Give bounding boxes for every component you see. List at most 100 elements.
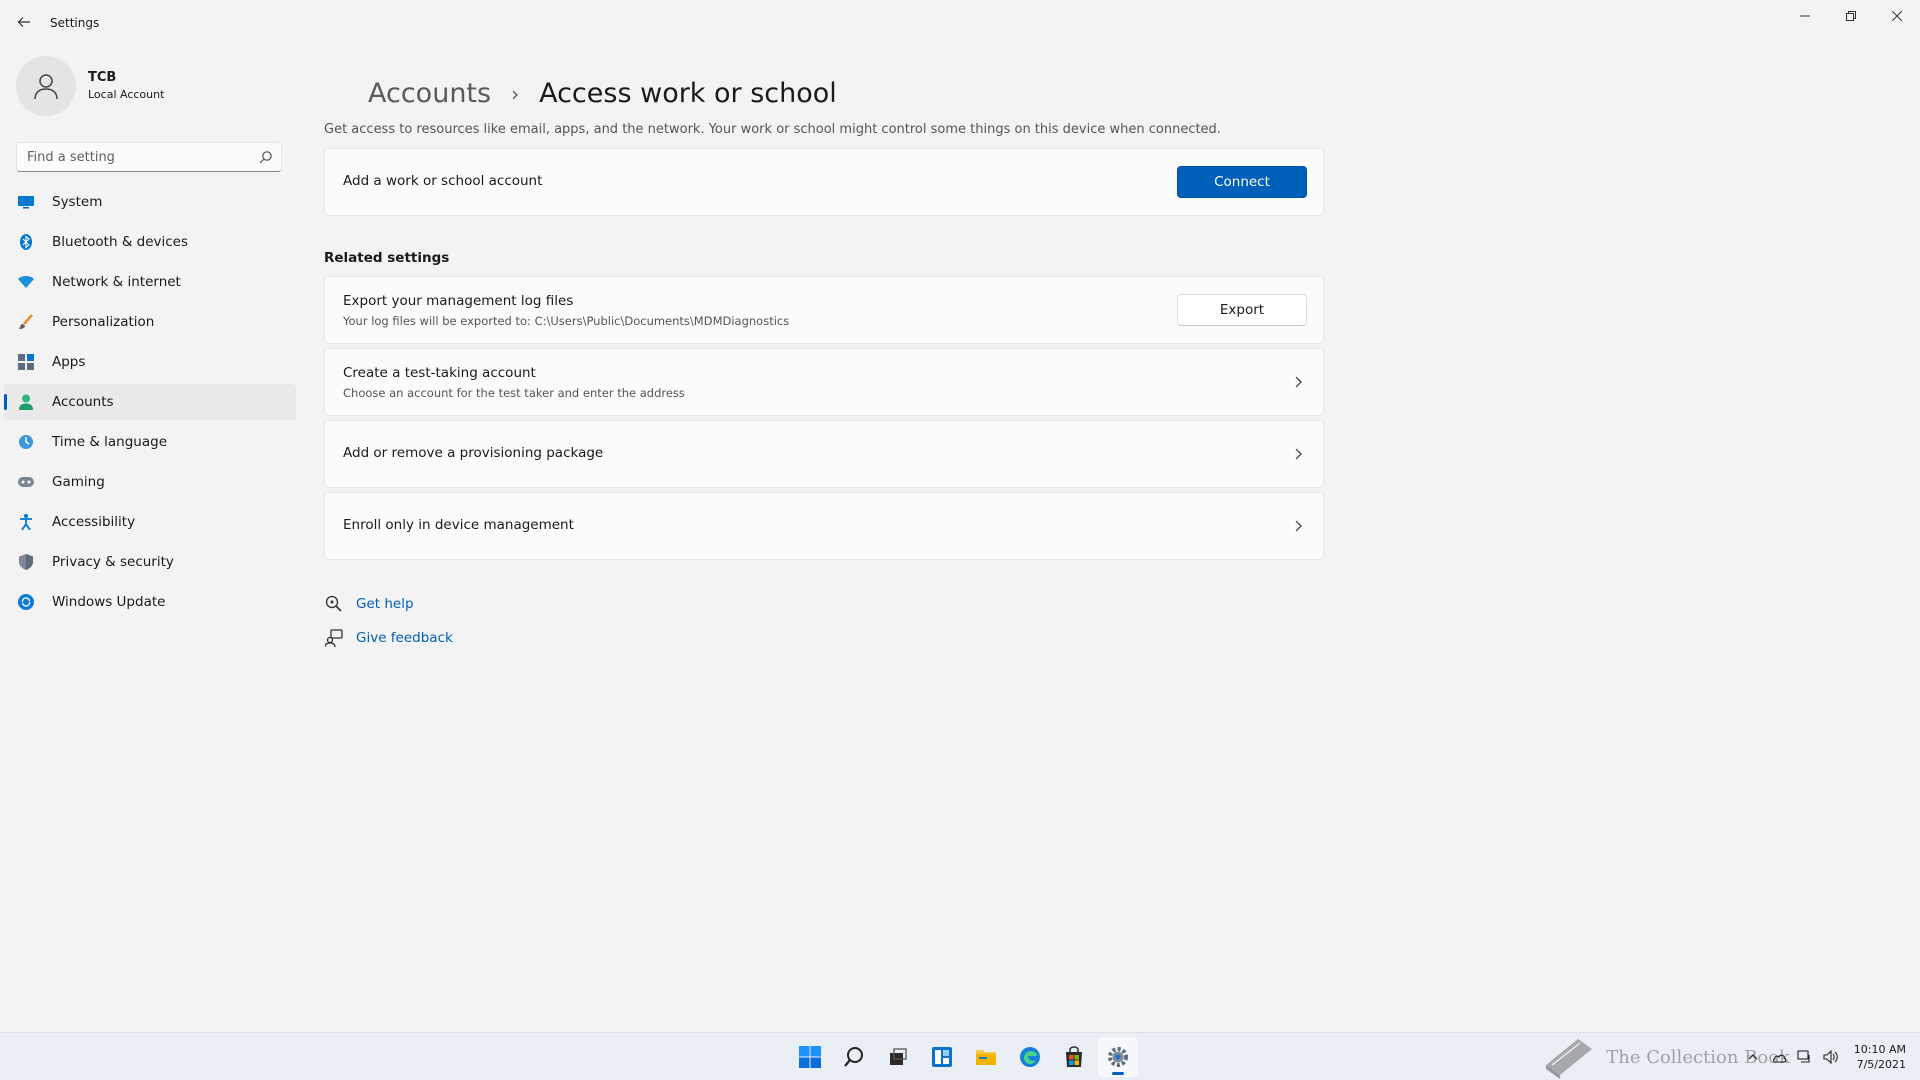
- user-profile[interactable]: TCB Local Account: [16, 56, 164, 116]
- taskbar-clock[interactable]: 10:10 AM 7/5/2021: [1854, 1042, 1906, 1072]
- sidebar-item-privacy-security[interactable]: Privacy & security: [4, 544, 296, 580]
- store-icon: [1066, 1046, 1082, 1067]
- test-taking-account-subtitle: Choose an account for the test taker and…: [343, 386, 685, 400]
- bluetooth-icon: [18, 234, 34, 250]
- brush-icon: [18, 314, 34, 330]
- profile-name: TCB: [88, 70, 117, 85]
- search-input[interactable]: [17, 143, 257, 171]
- taskbar-apps: [790, 1037, 1142, 1077]
- test-taking-account-title: Create a test-taking account: [343, 365, 536, 381]
- microsoft-store-button[interactable]: [1054, 1037, 1094, 1077]
- gamepad-icon: [18, 474, 34, 490]
- chevron-right-icon: [1295, 448, 1302, 460]
- related-settings-heading: Related settings: [324, 250, 450, 266]
- close-icon: [1892, 11, 1902, 21]
- breadcrumb-parent[interactable]: Accounts: [368, 78, 491, 109]
- sidebar-item-label: Time & language: [52, 434, 168, 450]
- person-icon: [18, 394, 34, 410]
- search-icon[interactable]: [259, 150, 273, 164]
- export-button[interactable]: Export: [1177, 294, 1307, 326]
- taskbar-search-button[interactable]: [834, 1037, 874, 1077]
- cloud-icon: [1772, 1054, 1787, 1063]
- gear-icon: [1108, 1047, 1128, 1067]
- file-explorer-button[interactable]: [966, 1037, 1006, 1077]
- system-tray: 10:10 AM 7/5/2021: [1736, 1037, 1906, 1077]
- feedback-icon: [324, 628, 344, 648]
- taskbar: The Collection Book 10:10 AM 7/5/2021: [0, 1032, 1920, 1080]
- clock-date: 7/5/2021: [1856, 1058, 1906, 1071]
- provisioning-package-card[interactable]: Add or remove a provisioning package: [324, 420, 1324, 488]
- enroll-device-management-card[interactable]: Enroll only in device management: [324, 492, 1324, 560]
- connect-button[interactable]: Connect: [1177, 166, 1307, 198]
- back-button[interactable]: [14, 12, 34, 32]
- clock-time: 10:10 AM: [1853, 1043, 1906, 1056]
- network-tray-button[interactable]: [1796, 1048, 1814, 1066]
- sidebar-item-windows-update[interactable]: Windows Update: [4, 584, 296, 620]
- search-icon: [844, 1047, 863, 1067]
- sidebar-item-label: Accessibility: [52, 514, 136, 530]
- sidebar-item-label: Personalization: [52, 314, 155, 330]
- export-logs-title: Export your management log files: [343, 293, 574, 309]
- enroll-device-management-title: Enroll only in device management: [343, 517, 574, 533]
- chevron-right-icon: [1295, 376, 1302, 388]
- sidebar-item-label: Privacy & security: [52, 554, 174, 570]
- shield-icon: [18, 554, 34, 570]
- add-account-card: Add a work or school account Connect: [324, 148, 1324, 216]
- breadcrumb: Accounts › Access work or school: [368, 78, 837, 109]
- edge-browser-button[interactable]: [1010, 1037, 1050, 1077]
- widgets-button[interactable]: [922, 1037, 962, 1077]
- sidebar-item-personalization[interactable]: Personalization: [4, 304, 296, 340]
- window-controls: [1782, 0, 1920, 32]
- breadcrumb-separator: ›: [511, 81, 520, 106]
- sidebar-item-bluetooth[interactable]: Bluetooth & devices: [4, 224, 296, 260]
- give-feedback-link[interactable]: Give feedback: [324, 628, 453, 648]
- search-box: [16, 142, 282, 172]
- sidebar-item-label: Accounts: [52, 394, 114, 410]
- chevron-right-icon: [1295, 520, 1302, 532]
- sidebar-item-gaming[interactable]: Gaming: [4, 464, 296, 500]
- show-hidden-icons-button[interactable]: [1744, 1048, 1762, 1066]
- person-avatar-icon: [34, 74, 58, 100]
- close-button[interactable]: [1874, 0, 1920, 32]
- book-icon: [1546, 1039, 1593, 1079]
- sidebar-item-label: Windows Update: [52, 594, 166, 610]
- accessibility-icon: [18, 514, 34, 530]
- test-taking-account-card[interactable]: Create a test-taking account Choose an a…: [324, 348, 1324, 416]
- apps-icon: [18, 354, 34, 370]
- get-help-link[interactable]: Get help: [324, 594, 414, 614]
- page-title: Access work or school: [539, 78, 837, 109]
- network-icon: [1797, 1050, 1810, 1063]
- minimize-button[interactable]: [1782, 0, 1828, 32]
- sidebar-item-apps[interactable]: Apps: [4, 344, 296, 380]
- restore-button[interactable]: [1828, 0, 1874, 32]
- page-description: Get access to resources like email, apps…: [324, 122, 1221, 137]
- avatar: [16, 56, 76, 116]
- sidebar: TCB Local Account System Bluetooth & dev…: [0, 48, 300, 1028]
- sidebar-item-network[interactable]: Network & internet: [4, 264, 296, 300]
- get-help-label[interactable]: Get help: [356, 596, 414, 612]
- give-feedback-label[interactable]: Give feedback: [356, 630, 453, 646]
- task-view-icon: [890, 1048, 907, 1065]
- volume-tray-button[interactable]: [1822, 1048, 1840, 1066]
- provisioning-package-title: Add or remove a provisioning package: [343, 445, 604, 461]
- sidebar-item-system[interactable]: System: [4, 184, 296, 220]
- folder-icon: [976, 1050, 996, 1065]
- sidebar-item-label: System: [52, 194, 103, 210]
- wifi-icon: [18, 274, 34, 290]
- globe-clock-icon: [18, 434, 34, 450]
- edge-icon: [1020, 1047, 1040, 1067]
- widgets-icon: [932, 1047, 952, 1067]
- settings-app-button[interactable]: [1098, 1037, 1138, 1077]
- task-view-button[interactable]: [878, 1037, 918, 1077]
- title-bar: Settings: [0, 0, 1920, 48]
- back-arrow-icon: [17, 17, 30, 27]
- sidebar-item-time-language[interactable]: Time & language: [4, 424, 296, 460]
- sidebar-nav: System Bluetooth & devices Network & int…: [4, 184, 296, 624]
- sidebar-item-label: Gaming: [52, 474, 105, 490]
- app-title: Settings: [50, 16, 100, 30]
- chevron-up-icon: [1748, 1054, 1758, 1060]
- onedrive-tray-button[interactable]: [1770, 1048, 1788, 1066]
- sidebar-item-accounts[interactable]: Accounts: [4, 384, 296, 420]
- start-button[interactable]: [790, 1037, 830, 1077]
- sidebar-item-accessibility[interactable]: Accessibility: [4, 504, 296, 540]
